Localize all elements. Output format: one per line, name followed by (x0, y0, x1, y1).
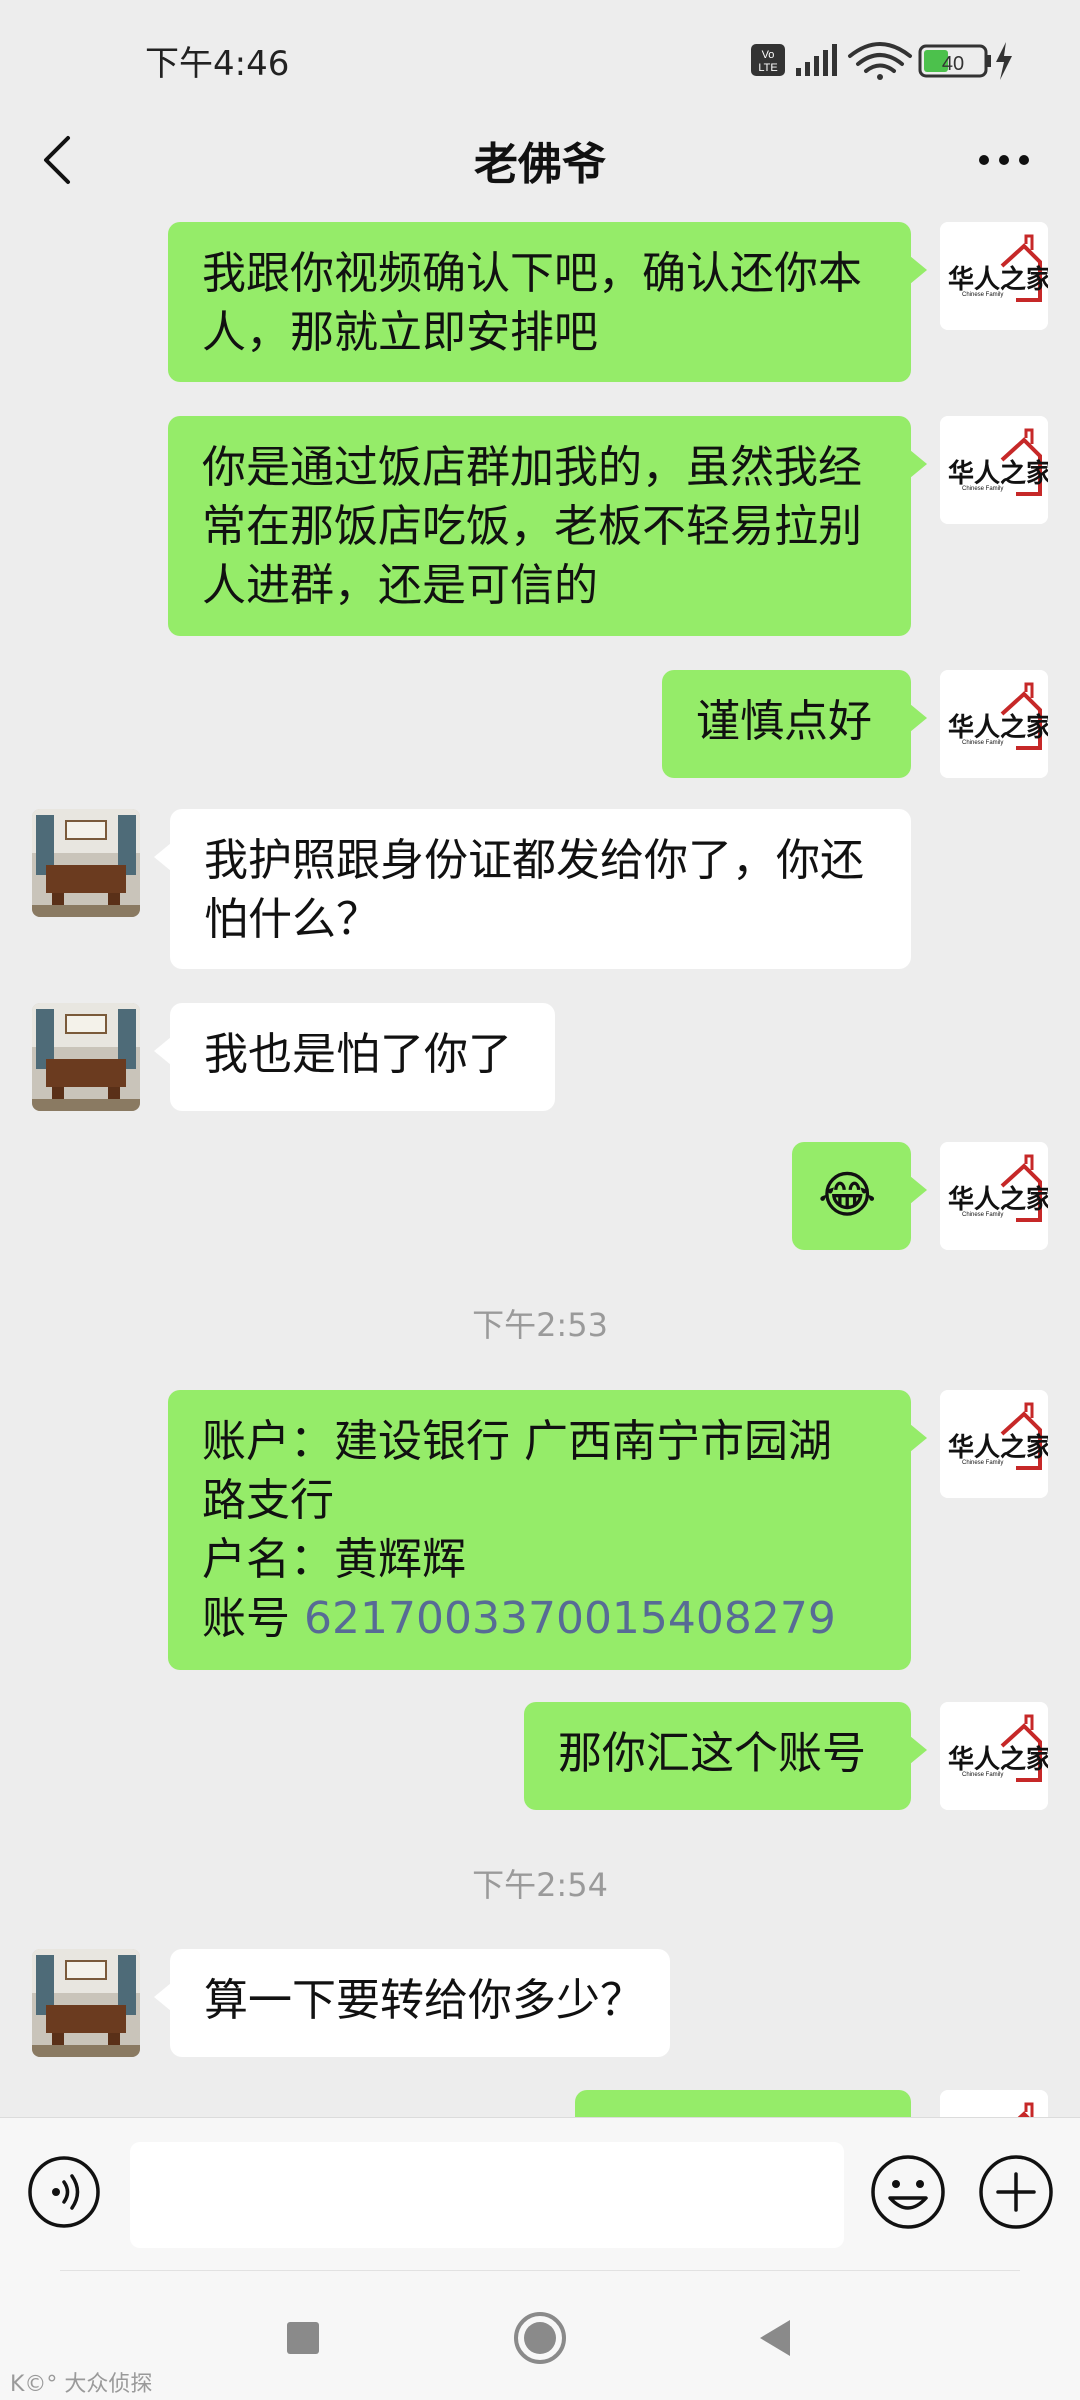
my-avatar[interactable] (940, 670, 1048, 778)
smiley-icon (871, 2155, 945, 2229)
contact-avatar[interactable] (32, 809, 140, 917)
input-bar (0, 2117, 1080, 2270)
message-text-line: 账号 6217003370015408279 (202, 1589, 877, 1648)
voice-button[interactable] (26, 2154, 102, 2230)
house-logo-icon (940, 670, 1048, 778)
message-received[interactable]: 算一下要转给你多少？ (154, 1949, 670, 2057)
message-sent[interactable]: 那你汇这个账号 (524, 1702, 927, 1810)
my-avatar[interactable] (940, 1142, 1048, 1250)
voice-icon (28, 2156, 100, 2228)
account-number-link[interactable]: 6217003370015408279 (304, 1593, 836, 1644)
house-logo-icon (940, 416, 1048, 524)
message-text: 那你汇这个账号 (558, 1728, 866, 1779)
message-text-line: 人进群，还是可信的 (202, 560, 598, 611)
office-photo-icon (32, 809, 140, 917)
title-bar: 老佛爷 (0, 100, 1080, 220)
triangle-back-icon (760, 2320, 790, 2356)
house-logo-icon (940, 1702, 1048, 1810)
nav-divider (60, 2270, 1020, 2271)
message-text-line: 你是通过饭店群加我的，虽然我经 (202, 442, 862, 493)
message-text-line: 人，那就立即安排吧 (202, 307, 598, 358)
account-label: 账号 (202, 1593, 304, 1644)
battery-level: 40 (942, 53, 964, 75)
message-text-line: 户名：黄辉辉 (202, 1534, 466, 1585)
message-text-line: 账户：建设银行 广西南宁市园湖 (202, 1416, 832, 1467)
message-list[interactable]: 我跟你视频确认下吧，确认还你本 人，那就立即安排吧 你是通过饭店群加我的，虽然我… (0, 220, 1080, 2117)
office-photo-icon (32, 1003, 140, 1111)
watermark: K©° 大众侦探 (10, 2372, 153, 2397)
message-text-line: 我护照跟身份证都发给你了，你还 (204, 835, 864, 886)
message-input[interactable] (130, 2142, 844, 2248)
svg-text:LTE: LTE (758, 62, 777, 74)
laughing-crying-emoji-icon: 😂 (818, 1166, 877, 1224)
message-timestamp: 下午2:54 (472, 1866, 608, 1904)
contact-avatar[interactable] (32, 1003, 140, 1111)
message-text-line: 我跟你视频确认下吧，确认还你本 (202, 248, 862, 299)
my-avatar[interactable] (940, 1390, 1048, 1498)
my-avatar[interactable] (940, 1702, 1048, 1810)
message-sent[interactable]: 😂 (792, 1142, 927, 1250)
house-logo-icon (940, 2090, 1048, 2117)
plus-circle-icon (979, 2155, 1053, 2229)
charging-icon (996, 42, 1012, 80)
message-sent[interactable]: 你是通过饭店群加我的，虽然我经 常在那饭店吃饭，老板不轻易拉别 人进群，还是可信… (168, 416, 927, 636)
volte-icon: Vo LTE (751, 44, 785, 76)
house-logo-icon (940, 222, 1048, 330)
back-nav-button[interactable] (748, 2310, 804, 2366)
message-sent[interactable]: 谨慎点好 (662, 670, 927, 778)
chat-title: 老佛爷 (474, 139, 606, 190)
message-received[interactable]: 我护照跟身份证都发给你了，你还 怕什么？ (154, 809, 911, 969)
ellipsis-icon (979, 155, 1029, 165)
message-text-line: 怕什么？ (204, 894, 380, 945)
message-received[interactable]: 我也是怕了你了 (154, 1003, 555, 1111)
wifi-icon (848, 42, 912, 80)
office-photo-icon (32, 1949, 140, 2057)
my-avatar[interactable] (940, 2090, 1048, 2117)
more-button[interactable] (970, 140, 1040, 180)
message-sent[interactable]: 我跟你视频确认下吧，确认还你本 人，那就立即安排吧 (168, 222, 927, 382)
house-logo-icon (940, 1142, 1048, 1250)
emoji-button[interactable] (868, 2152, 948, 2232)
recents-button[interactable] (275, 2310, 331, 2366)
message-sent-partial[interactable] (575, 2090, 911, 2117)
house-logo-icon (940, 1390, 1048, 1498)
contact-avatar[interactable] (32, 1949, 140, 2057)
status-icons: Vo LTE 40 (748, 38, 1018, 84)
status-time: 下午4:46 (145, 44, 290, 84)
more-actions-button[interactable] (976, 2152, 1056, 2232)
message-text-line: 路支行 (202, 1475, 334, 1526)
battery-icon: 40 (918, 44, 991, 78)
message-text: 谨慎点好 (696, 696, 872, 747)
svg-text:Vo: Vo (762, 49, 775, 61)
my-avatar[interactable] (940, 222, 1048, 330)
home-button[interactable] (512, 2310, 568, 2366)
message-text: 我也是怕了你了 (204, 1029, 512, 1080)
signal-icon (796, 44, 837, 76)
message-sent[interactable]: 账户：建设银行 广西南宁市园湖 路支行 户名：黄辉辉 账号 6217003370… (168, 1390, 927, 1670)
message-text: 算一下要转给你多少？ (204, 1975, 644, 2026)
message-timestamp: 下午2:53 (472, 1306, 608, 1344)
home-circle-icon (514, 2312, 566, 2364)
system-nav-bar: K©° 大众侦探 (0, 2270, 1080, 2400)
my-avatar[interactable] (940, 416, 1048, 524)
square-icon (287, 2322, 319, 2354)
message-text-line: 常在那饭店吃饭，老板不轻易拉别 (202, 501, 862, 552)
